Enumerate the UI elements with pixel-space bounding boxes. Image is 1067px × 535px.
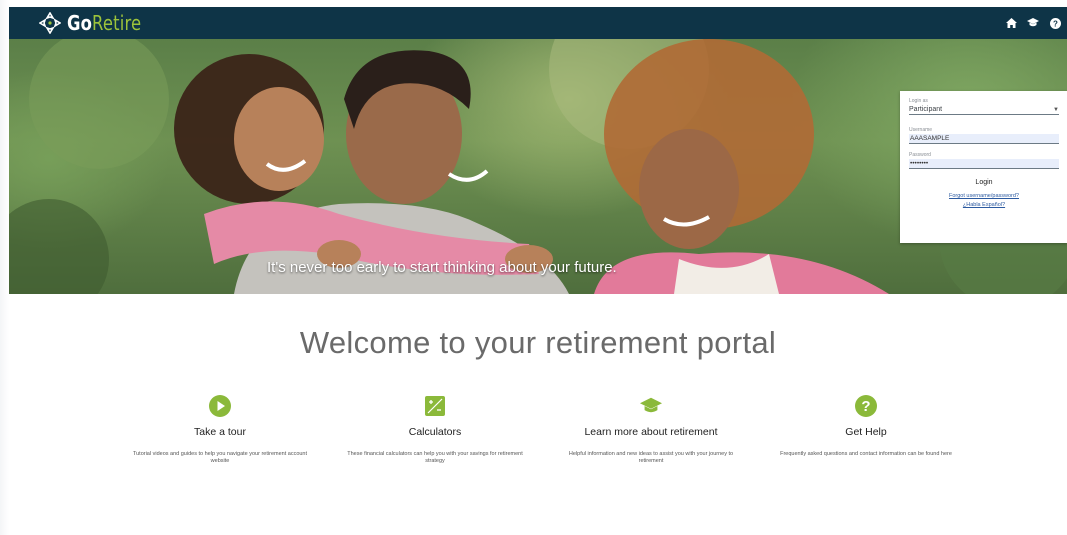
password-label: Password [909, 152, 931, 158]
welcome-heading: Welcome to your retirement portal [299, 325, 777, 360]
feature-learn-more[interactable]: Learn more about retirement Helpful info… [551, 395, 751, 465]
graduation-cap-icon [640, 395, 662, 417]
feature-title: Get Help [845, 426, 887, 438]
feature-take-a-tour[interactable]: Take a tour Tutorial videos and guides t… [120, 395, 320, 465]
brand-name: GoRetire [67, 11, 142, 35]
feature-get-help[interactable]: ? Get Help Frequently asked questions an… [766, 395, 966, 458]
top-navbar: GoRetire ? [9, 7, 1067, 39]
feature-list: Take a tour Tutorial videos and guides t… [9, 395, 1067, 485]
forgot-credentials-link[interactable]: Forgot username/password? [909, 193, 1059, 199]
question-circle-icon: ? [855, 395, 877, 417]
feature-description: Helpful information and new ideas to ass… [568, 451, 734, 464]
goretire-logo[interactable]: GoRetire [39, 7, 158, 39]
play-circle-icon [209, 395, 231, 417]
password-input[interactable]: •••••••• [909, 159, 1059, 169]
logo-compass-icon [39, 12, 61, 34]
home-icon[interactable] [1005, 17, 1017, 29]
username-input[interactable]: AAASAMPLE [909, 134, 1059, 144]
login-as-select[interactable]: Participant ▼ [909, 105, 1059, 115]
feature-description: These financial calculators can help you… [347, 451, 523, 464]
username-label: Username [909, 127, 933, 133]
nav-icon-group: ? [1005, 7, 1061, 39]
feature-title: Calculators [408, 426, 462, 438]
feature-title: Take a tour [194, 426, 246, 438]
feature-description: Tutorial videos and guides to help you n… [132, 451, 308, 464]
help-icon[interactable]: ? [1049, 17, 1061, 29]
login-as-value: Participant [909, 106, 943, 113]
graduation-cap-icon[interactable] [1027, 17, 1039, 29]
svg-text:?: ? [1053, 19, 1058, 28]
feature-calculators[interactable]: Calculators These financial calculators … [335, 395, 535, 465]
portal-page: GoRetire ? It's never too early to start… [9, 7, 1067, 535]
login-card: Login as Participant ▼ Username AAASAMPL… [900, 91, 1067, 243]
spanish-language-link[interactable]: ¿Habla Español? [909, 202, 1059, 208]
chevron-down-icon: ▼ [1053, 106, 1059, 113]
calculator-icon [424, 395, 446, 417]
feature-title: Learn more about retirement [584, 426, 718, 438]
login-button[interactable]: Login [909, 179, 1059, 186]
login-as-label: Login as [909, 98, 928, 104]
hero-tagline: It's never too early to start thinking a… [267, 259, 617, 276]
feature-description: Frequently asked questions and contact i… [780, 451, 952, 457]
svg-text:?: ? [861, 398, 870, 415]
